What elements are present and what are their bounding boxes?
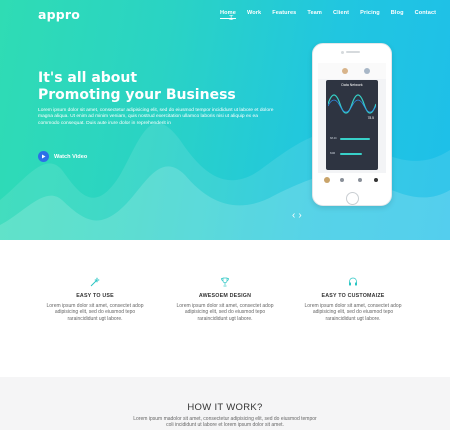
trophy-icon: [221, 277, 229, 287]
app-metric-bar: [340, 153, 362, 155]
nav-item-work[interactable]: Work: [247, 10, 261, 16]
brand-logo[interactable]: appro: [38, 7, 80, 22]
magic-wand-icon: [90, 277, 100, 287]
slider-next-button[interactable]: ›: [298, 210, 304, 221]
app-metric-label: 84M: [330, 152, 336, 155]
nav-item-features[interactable]: Features: [272, 10, 296, 16]
play-icon[interactable]: [38, 151, 49, 162]
how-it-works-section: HOW IT WORK? Lorem ipsum madolor sit ame…: [0, 377, 450, 430]
phone-speaker: [346, 51, 360, 53]
feature-text: Lorem ipsum dolor sit amet, consectet ad…: [304, 303, 402, 322]
app-metric-bar: [340, 138, 370, 140]
slider-arrows: ‹›: [292, 210, 305, 221]
feature-card: EASY TO USE Lorem ipsum dolor sit amet, …: [40, 277, 150, 322]
home-icon: [340, 178, 344, 182]
app-header: [318, 63, 386, 79]
hero-section: appro Home Work Features Team Client Pri…: [0, 0, 450, 240]
section-text: Lorem ipsum madolor sit amet, consectetu…: [133, 416, 317, 429]
app-chart-card: Data Network 78.5 68.4C 84M: [326, 80, 378, 170]
bell-icon: [358, 178, 362, 182]
app-screen-title: Data Network: [341, 83, 363, 87]
feature-title: EASY TO USE: [76, 293, 114, 299]
phone-mockup: Data Network 78.5 68.4C 84M: [312, 43, 392, 206]
app-metric-label: 68.4C: [330, 137, 337, 140]
nav-item-blog[interactable]: Blog: [391, 10, 404, 16]
feature-text: Lorem ipsum dolor sit amet, consectet ad…: [46, 303, 144, 322]
phone-screen: Data Network 78.5 68.4C 84M: [318, 63, 386, 189]
section-title: HOW IT WORK?: [187, 402, 263, 413]
feature-card: AWESOEM DESIGN Lorem ipsum dolor sit ame…: [170, 277, 280, 322]
avatar: [342, 68, 348, 74]
nav-item-team[interactable]: Team: [307, 10, 322, 16]
hero-title-line-1: It's all about: [38, 70, 138, 86]
app-screen-value: 78.5: [367, 116, 374, 120]
watch-video-label[interactable]: Watch Video: [54, 154, 87, 160]
main-nav: Home Work Features Team Client Pricing B…: [220, 10, 447, 19]
nav-item-contact[interactable]: Contact: [415, 10, 437, 16]
headset-icon: [349, 277, 357, 286]
hero-description: Lorem ipsum dolor sit amet, consectetur …: [38, 108, 274, 126]
app-tab-bar: [318, 173, 386, 189]
app-wave-chart: [328, 94, 376, 114]
feature-title: AWESOEM DESIGN: [198, 293, 252, 299]
watch-video-button[interactable]: Watch Video: [38, 151, 87, 162]
feature-card: EASY TO CUSTOMAIZE Lorem ipsum dolor sit…: [298, 277, 408, 322]
nav-item-pricing[interactable]: Pricing: [360, 10, 380, 16]
nav-item-client[interactable]: Client: [333, 10, 349, 16]
features-section: EASY TO USE Lorem ipsum dolor sit amet, …: [0, 240, 450, 377]
phone-home-button: [346, 192, 359, 205]
phone-camera: [341, 50, 344, 54]
feature-text: Lorem ipsum dolor sit amet, consectet ad…: [176, 303, 274, 322]
text-cursor-icon: Ꮖ: [229, 15, 234, 22]
avatar: [324, 177, 330, 183]
hero-title-line-2: Promoting your Business: [38, 87, 236, 103]
avatar: [364, 68, 370, 74]
location-icon: [374, 178, 378, 182]
hero-title: It's all about Promoting your Business: [38, 70, 236, 104]
feature-title: EASY TO CUSTOMAIZE: [321, 293, 385, 299]
